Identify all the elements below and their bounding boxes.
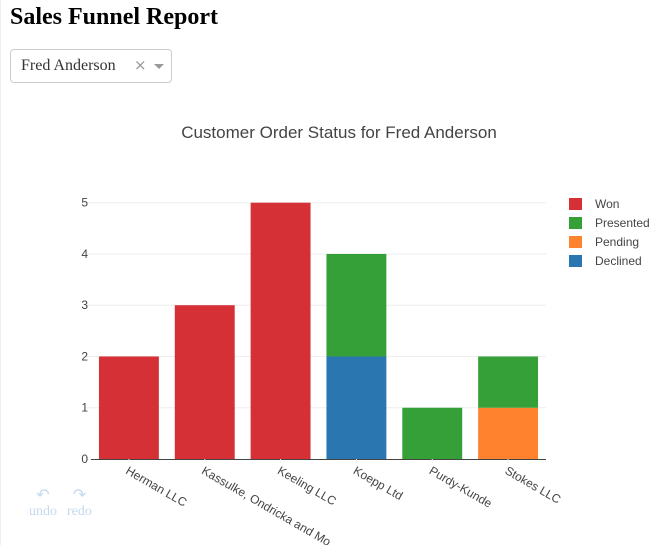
- legend-label: Presented: [595, 216, 650, 230]
- legend-swatch: [569, 255, 582, 267]
- legend-label: Won: [595, 197, 619, 211]
- legend-swatch: [569, 198, 582, 210]
- legend-item-presented[interactable]: Presented: [569, 216, 650, 230]
- bar-pending[interactable]: [478, 407, 539, 459]
- legend-label: Pending: [595, 235, 639, 249]
- bars: [98, 202, 539, 459]
- legend-label: Declined: [595, 254, 642, 268]
- x-tick-label: Keeling LLC: [275, 463, 339, 508]
- x-tick-label: Stokes LLC: [503, 463, 564, 506]
- legend-item-declined[interactable]: Declined: [569, 254, 642, 268]
- legend-item-won[interactable]: Won: [569, 197, 619, 211]
- bar-won[interactable]: [174, 305, 235, 459]
- legend-swatch: [569, 217, 582, 229]
- x-tick-label: Herman LLC: [123, 463, 189, 509]
- y-tick-label: 2: [81, 349, 88, 363]
- bar-presented[interactable]: [478, 356, 539, 408]
- x-tick-label: Koepp Ltd: [351, 463, 405, 502]
- x-tick-label: Purdy-Kunde: [427, 463, 495, 510]
- undo-label: undo: [29, 504, 57, 519]
- legend-item-pending[interactable]: Pending: [569, 235, 639, 249]
- y-tick-label: 1: [81, 401, 88, 415]
- bar-won[interactable]: [250, 202, 311, 459]
- redo-label: redo: [67, 504, 92, 519]
- chart-title: Customer Order Status for Fred Anderson: [181, 123, 497, 142]
- bar-presented[interactable]: [326, 253, 387, 357]
- legend[interactable]: Won Presented Pending Declined: [569, 197, 650, 268]
- modebar: ↶ undo ↷ redo: [29, 486, 92, 520]
- grid-lines: [91, 202, 546, 409]
- y-tick-label: 5: [81, 196, 88, 210]
- bar-declined[interactable]: [326, 356, 387, 459]
- undo-icon: ↶: [36, 485, 50, 504]
- chart: Customer Order Status for Fred Anderson …: [81, 123, 650, 545]
- y-tick-label: 3: [81, 298, 88, 312]
- legend-swatch: [569, 236, 582, 248]
- x-tick-label: Kassulke, Ondricka and Mo: [199, 463, 333, 545]
- bar-presented[interactable]: [402, 407, 463, 459]
- y-tick-label: 0: [81, 452, 88, 466]
- bar-won[interactable]: [98, 356, 159, 459]
- redo-icon: ↷: [72, 485, 87, 504]
- y-tick-label: 4: [81, 247, 88, 261]
- y-axis-ticks: 0 1 2 3 4 5: [81, 196, 91, 466]
- redo-button[interactable]: ↷ redo: [67, 486, 92, 520]
- x-axis-ticks: Herman LLC Kassulke, Ondricka and MoKeeli…: [123, 459, 564, 545]
- undo-button[interactable]: ↶ undo: [29, 486, 57, 520]
